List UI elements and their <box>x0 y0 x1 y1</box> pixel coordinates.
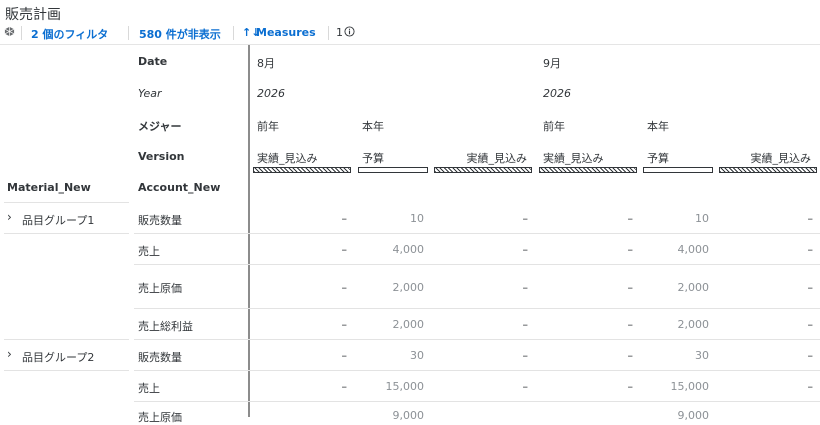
value-cell[interactable]: – <box>434 243 529 256</box>
info-icon[interactable] <box>344 26 355 40</box>
measure-prev-sep[interactable]: 前年 <box>543 118 565 134</box>
value-cell[interactable]: – <box>719 318 814 331</box>
value-cell[interactable]: – <box>539 349 634 362</box>
row-line <box>4 370 129 371</box>
toolbar-divider <box>328 26 329 40</box>
account-cell[interactable]: 売上原価 <box>138 409 182 425</box>
value-cell[interactable]: 10 <box>358 212 424 225</box>
value-cell[interactable]: 30 <box>643 349 709 362</box>
value-cell[interactable]: – <box>539 281 634 294</box>
version-indicator-hatched <box>253 167 351 173</box>
row-line <box>134 339 820 340</box>
material-label[interactable]: Material_New <box>7 181 91 194</box>
header-divider <box>248 45 250 417</box>
row-line <box>4 339 129 340</box>
measure-label: メジャー <box>138 120 182 133</box>
account-cell[interactable]: 売上 <box>138 380 160 396</box>
measure-cur-sep[interactable]: 本年 <box>647 118 669 134</box>
chevron-right-icon[interactable]: › <box>7 347 12 361</box>
version-label: Version <box>138 150 185 163</box>
chevron-right-icon[interactable]: › <box>7 210 12 224</box>
value-cell[interactable]: – <box>539 243 634 256</box>
version-indicator-hatched <box>719 167 817 173</box>
value-cell[interactable]: 9,000 <box>358 409 425 422</box>
value-cell[interactable]: – <box>253 318 348 331</box>
row-line <box>4 233 129 234</box>
value-cell[interactable]: – <box>253 380 348 393</box>
row-line <box>134 401 820 402</box>
value-cell[interactable]: – <box>719 243 814 256</box>
value-cell[interactable]: 9,000 <box>643 409 710 422</box>
year-aug[interactable]: 2026 <box>257 87 285 100</box>
value-cell[interactable]: 15,000 <box>358 380 425 393</box>
account-cell[interactable]: 売上総利益 <box>138 318 193 334</box>
version-indicator-hatched <box>434 167 532 173</box>
value-cell[interactable]: 2,000 <box>643 318 710 331</box>
toolbar-divider <box>233 26 234 40</box>
value-cell[interactable]: – <box>539 212 634 225</box>
value-cell[interactable]: – <box>434 318 529 331</box>
year-sep[interactable]: 2026 <box>543 87 571 100</box>
version-col-2[interactable]: 予算 <box>362 150 384 166</box>
version-col-1[interactable]: 実績_見込み <box>257 150 318 166</box>
measure-cur-aug[interactable]: 本年 <box>362 118 384 134</box>
value-cell[interactable]: 10 <box>643 212 709 225</box>
version-indicator-plain <box>643 167 713 173</box>
value-cell[interactable]: 15,000 <box>643 380 710 393</box>
month-aug[interactable]: 8月 <box>257 55 275 71</box>
version-col-3[interactable]: 実績_見込み <box>435 150 528 166</box>
value-cell[interactable]: – <box>719 349 814 362</box>
value-cell[interactable]: – <box>539 318 634 331</box>
value-cell[interactable]: – <box>253 349 348 362</box>
version-col-6[interactable]: 実績_見込み <box>719 150 812 166</box>
month-sep[interactable]: 9月 <box>543 55 561 71</box>
account-label[interactable]: Account_New <box>138 181 220 194</box>
value-cell[interactable]: – <box>719 281 814 294</box>
value-cell[interactable]: – <box>253 281 348 294</box>
value-cell[interactable]: 30 <box>358 349 424 362</box>
version-col-5[interactable]: 予算 <box>647 150 669 166</box>
value-cell[interactable]: – <box>719 212 814 225</box>
group-label[interactable]: 品目グループ1 <box>22 212 94 228</box>
info-count: 1 <box>336 26 343 39</box>
value-cell[interactable]: – <box>253 212 348 225</box>
value-cell[interactable]: – <box>434 212 529 225</box>
value-cell[interactable]: 4,000 <box>643 243 710 256</box>
value-cell[interactable]: – <box>434 349 529 362</box>
value-cell[interactable]: – <box>539 380 634 393</box>
row-line <box>134 264 820 265</box>
account-cell[interactable]: 販売数量 <box>138 212 182 228</box>
version-indicator-hatched <box>539 167 637 173</box>
value-cell[interactable]: 2,000 <box>358 281 425 294</box>
toolbar-divider <box>21 26 22 40</box>
toolbar-divider-line <box>0 44 820 45</box>
account-cell[interactable]: 販売数量 <box>138 349 182 365</box>
measure-prev-aug[interactable]: 前年 <box>257 118 279 134</box>
measures-button[interactable]: Measures <box>256 26 316 39</box>
toolbar-divider <box>128 26 129 40</box>
value-cell[interactable]: 2,000 <box>358 318 425 331</box>
row-line <box>134 308 820 309</box>
toolbar: 2 個のフィルタ 580 件が非表示 ↑↓ Measures 1 <box>0 24 820 41</box>
group-label[interactable]: 品目グループ2 <box>22 349 94 365</box>
account-cell[interactable]: 売上 <box>138 243 160 259</box>
header-row-line <box>4 202 129 203</box>
filters-button[interactable]: 2 個のフィルタ <box>31 26 108 42</box>
value-cell[interactable]: 4,000 <box>358 243 425 256</box>
version-indicator-plain <box>358 167 428 173</box>
year-label: Year <box>138 87 162 100</box>
value-cell[interactable]: – <box>253 243 348 256</box>
date-label: Date <box>138 55 168 68</box>
value-cell[interactable]: 2,000 <box>643 281 710 294</box>
cube-icon[interactable] <box>4 26 15 40</box>
value-cell[interactable]: – <box>434 380 529 393</box>
page-title: 販売計画 <box>5 7 61 23</box>
account-cell[interactable]: 売上原価 <box>138 280 182 296</box>
row-line <box>134 370 820 371</box>
value-cell[interactable]: – <box>719 380 814 393</box>
version-col-4[interactable]: 実績_見込み <box>543 150 604 166</box>
value-cell[interactable]: – <box>434 281 529 294</box>
row-line <box>134 233 820 234</box>
hidden-items-button[interactable]: 580 件が非表示 <box>139 26 221 42</box>
